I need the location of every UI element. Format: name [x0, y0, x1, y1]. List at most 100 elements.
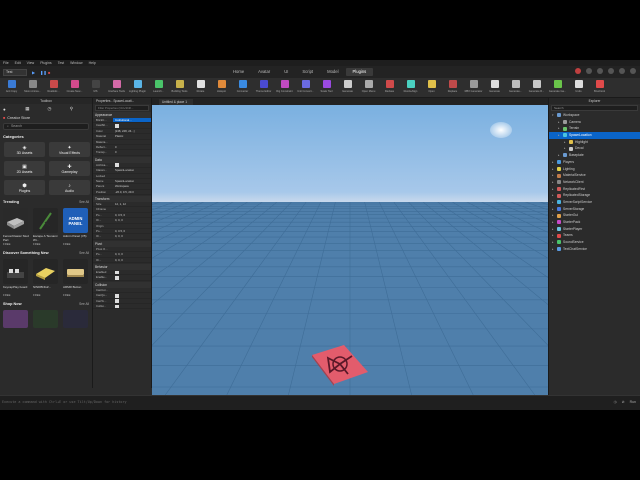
property-value[interactable] — [113, 288, 151, 292]
command-input[interactable]: Execute a command with Ctrl+E or use Til… — [2, 398, 592, 406]
clear-icon[interactable]: ⊘ — [622, 400, 625, 404]
plugin-button-interface-tools[interactable]: Interface Tools — [106, 78, 127, 97]
plugin-button-rig-constraint[interactable]: Rig Constraint — [274, 78, 295, 97]
discover-see-all[interactable]: See All — [79, 251, 89, 257]
explorer-item-terrain[interactable]: ▸ Terrain — [549, 125, 640, 132]
plugin-button-converter[interactable]: Converter — [232, 78, 253, 97]
scene-view[interactable] — [152, 105, 548, 395]
property-value[interactable] — [113, 174, 151, 178]
menu-help[interactable]: Help — [89, 61, 96, 65]
property-row[interactable]: Position -26.0, 0.5, 29.0 — [93, 190, 151, 196]
property-value[interactable]: -26.0, 0.5, 29.0 — [113, 190, 151, 194]
asset-card[interactable]: NINDBNGZ... FREE — [33, 259, 60, 297]
category-audio[interactable]: ♪ Audio — [49, 180, 90, 195]
property-value[interactable]: 0, 0, 0 — [113, 218, 151, 222]
plugin-button-ms[interactable]: MS — [85, 78, 106, 97]
plugin-button-hotspot[interactable]: Hotspot — [211, 78, 232, 97]
property-row[interactable]: Transp... 0 — [93, 150, 151, 156]
asset-card[interactable]: KeycapPlay board FREE — [3, 259, 30, 297]
plugin-button-launch[interactable]: Launch... — [148, 78, 169, 97]
tab-plugins[interactable]: Plugins — [345, 68, 374, 76]
property-value[interactable]: Workspace — [113, 184, 151, 188]
property-value[interactable]: Plastic — [113, 134, 151, 138]
explorer-item-starterplayer[interactable]: ▸ StarterPlayer — [549, 226, 640, 233]
plugin-button-unit-convert[interactable]: Unit Convert... — [295, 78, 316, 97]
explorer-item-starterpack[interactable]: ▸ StarterPack — [549, 219, 640, 226]
plugin-button-brushtool[interactable]: Brushtool — [589, 78, 610, 97]
plugin-button-lighting-plugin[interactable]: Lighting Plugin — [127, 78, 148, 97]
property-row[interactable]: Or... 0, 0, 0 — [93, 258, 151, 263]
asset-card[interactable]: Escape A Tsunami Wi... FREE — [33, 208, 60, 246]
plugin-button-theme-editor[interactable]: Theme Editor — [253, 78, 274, 97]
trending-see-all[interactable]: See All — [79, 200, 89, 206]
plugin-button-generate-r[interactable]: Generate R... — [526, 78, 547, 97]
explorer-item-textchatservice[interactable]: ▸ TextChatService — [549, 246, 640, 253]
menu-edit[interactable]: Edit — [15, 61, 21, 65]
explorer-item-startergui[interactable]: ▸ StarterGui — [549, 212, 640, 219]
property-value[interactable]: 0, 0, 0 — [113, 234, 151, 238]
tab-script[interactable]: Script — [295, 68, 320, 76]
property-value[interactable] — [113, 140, 151, 144]
recent-icon[interactable]: ◷ — [48, 106, 70, 112]
explorer-item-decal[interactable]: ▸ Decal — [549, 145, 640, 152]
menu-plugins[interactable]: Plugins — [40, 61, 51, 65]
explorer-item-baseplate[interactable]: ▸ Baseplate — [549, 152, 640, 159]
plugin-button-building-tools[interactable]: Building Tools — [169, 78, 190, 97]
tab-model[interactable]: Model — [320, 68, 345, 76]
property-row[interactable]: Or... 0, 0, 0 — [93, 234, 151, 240]
tab-avatar[interactable]: Avatar — [251, 68, 277, 76]
asset-card[interactable]: ADMIN PANEL Admin Panel (V5) FREE — [63, 208, 90, 246]
menu-view[interactable]: View — [27, 61, 35, 65]
plugin-button-resizealign[interactable]: ResizeAlign — [400, 78, 421, 97]
stop-icon[interactable]: ■ — [48, 70, 53, 75]
property-value[interactable]: SpawnLocation — [113, 179, 151, 183]
explorer-item-networkclient[interactable]: ▸ NetworkClient — [549, 179, 640, 186]
property-checkbox[interactable] — [113, 275, 151, 280]
asset-card[interactable] — [33, 310, 60, 328]
plugin-button-scale-tool[interactable]: Scale Tool — [316, 78, 337, 97]
property-value[interactable]: 12, 1, 12 — [113, 202, 151, 206]
plugin-button-moon-anima[interactable]: Moon Anima... — [22, 78, 43, 97]
marketplace-icon[interactable]: ● — [3, 107, 25, 112]
asset-card[interactable] — [3, 310, 30, 328]
shop-see-all[interactable]: See All — [79, 302, 89, 308]
explorer-item-teams[interactable]: ▸ Teams — [549, 232, 640, 239]
plugin-button-create-new[interactable]: Create New... — [64, 78, 85, 97]
explorer-item-players[interactable]: ▸ Players — [549, 159, 640, 166]
bell-icon[interactable] — [619, 68, 625, 74]
category-3d-assets[interactable]: ◈ 3D Assets — [4, 142, 45, 157]
menu-window[interactable]: Window — [70, 61, 82, 65]
3d-viewport[interactable]: Untitled & place 1 — [152, 98, 548, 395]
property-value[interactable]: Institutional... — [113, 118, 151, 123]
explorer-item-workspace[interactable]: ▾ Workspace — [549, 112, 640, 119]
category-gameplay[interactable]: ✚ Gameplay — [49, 161, 90, 176]
plugin-button-replace[interactable]: Replace — [442, 78, 463, 97]
plugin-button-generate-ga[interactable]: Generate Ga... — [547, 78, 568, 97]
chat-icon[interactable] — [608, 68, 614, 74]
explorer-item-replicatedfirst[interactable]: ▸ ReplicatedFirst — [549, 186, 640, 193]
play-icon[interactable]: ▶ — [32, 70, 37, 75]
history-icon[interactable]: ◷ — [614, 400, 617, 404]
explorer-item-lighting[interactable]: ▸ Lighting — [549, 166, 640, 173]
settings-icon[interactable] — [597, 68, 603, 74]
explorer-item-replicatedstorage[interactable]: ▸ ReplicatedStorage — [549, 192, 640, 199]
category-visual-effects[interactable]: ✦ Visual Effects — [49, 142, 90, 157]
tab-home[interactable]: Home — [226, 68, 251, 76]
place-name-field[interactable]: Test — [3, 68, 27, 76]
property-value[interactable]: 0 — [113, 145, 151, 149]
property-checkbox[interactable] — [113, 163, 151, 168]
menu-file[interactable]: File — [3, 61, 9, 65]
plugin-button-undo[interactable]: Undo — [568, 78, 589, 97]
notification-icon[interactable] — [575, 68, 581, 74]
property-value[interactable]: 0, 0, 0 — [113, 252, 151, 256]
property-value[interactable] — [113, 247, 151, 251]
property-checkbox[interactable] — [113, 299, 151, 303]
property-value[interactable] — [113, 224, 151, 228]
share-icon[interactable] — [586, 68, 592, 74]
category-plugins[interactable]: ⬢ Plugins — [4, 180, 45, 195]
property-value[interactable] — [113, 207, 151, 211]
plugin-button-realistic[interactable]: Realistic... — [43, 78, 64, 97]
property-checkbox[interactable] — [113, 270, 151, 275]
explorer-item-serverstorage[interactable]: ▸ ServerStorage — [549, 206, 640, 213]
plugin-button-rbx-generator[interactable]: RBX Generator — [463, 78, 484, 97]
